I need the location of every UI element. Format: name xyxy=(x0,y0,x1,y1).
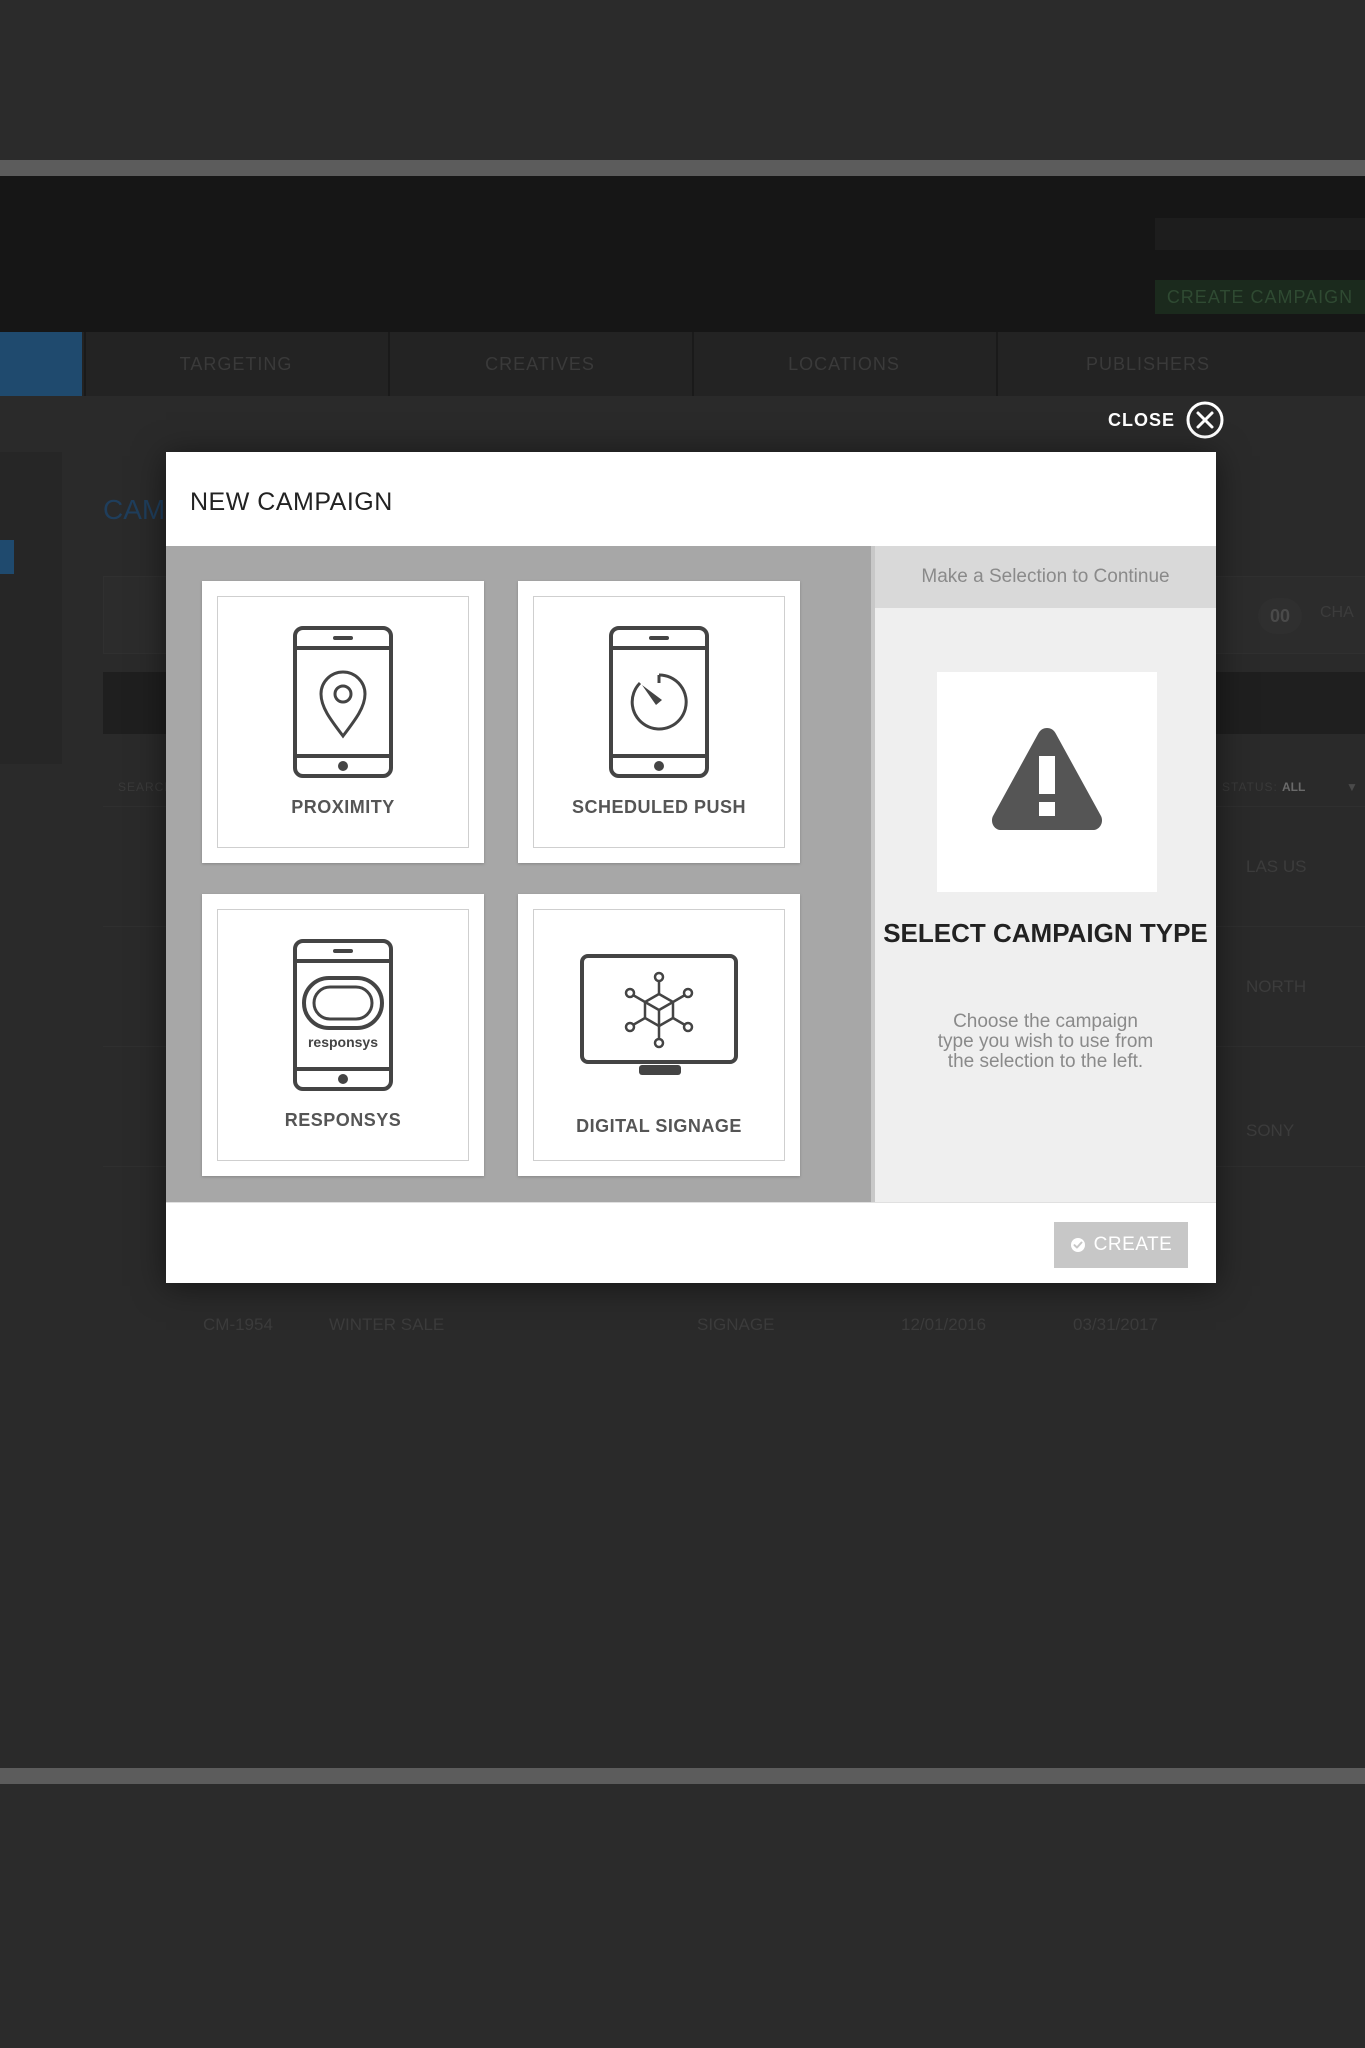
create-button[interactable]: CREATE xyxy=(1054,1222,1188,1268)
background-status-value: ALL xyxy=(1282,780,1306,794)
close-button[interactable]: CLOSE xyxy=(1108,400,1225,440)
background-count-label: CHA xyxy=(1320,604,1354,621)
phone-timer-icon xyxy=(609,626,709,778)
modal-title: NEW CAMPAIGN xyxy=(190,488,393,516)
summary-description: Choose the campaign type you wish to use… xyxy=(937,1011,1154,1072)
option-proximity[interactable]: PROXIMITY xyxy=(202,581,484,863)
background-count-badge: 00 xyxy=(1258,598,1302,634)
nav-tab-locations: LOCATIONS xyxy=(692,332,994,396)
row-end-date: 03/31/2017 xyxy=(1073,1315,1159,1334)
chevron-down-icon: ▼ xyxy=(1346,780,1358,794)
warning-icon xyxy=(991,728,1103,830)
close-label: CLOSE xyxy=(1108,409,1176,430)
summary-title: SELECT CAMPAIGN TYPE xyxy=(883,918,1208,948)
row-type: SIGNAGE xyxy=(697,1315,775,1334)
selection-summary: Make a Selection to Continue SELECT CAMP… xyxy=(871,546,1216,1202)
monitor-network-icon xyxy=(580,954,738,1075)
modal-body: PROXIMITY SCHEDULED PUSH responsys RESPO… xyxy=(166,546,1216,1202)
responsys-logo-text: responsys xyxy=(308,1034,378,1050)
background-divider-bottom xyxy=(0,1768,1365,1784)
header-create-button: CREATE CAMPAIGN xyxy=(1155,280,1365,314)
background-status-label: STATUS: xyxy=(1222,780,1278,794)
background-sidebar xyxy=(0,452,62,764)
option-card-border: SCHEDULED PUSH xyxy=(533,596,785,848)
create-label: CREATE xyxy=(1093,1234,1173,1255)
nav-tab-publishers: PUBLISHERS xyxy=(996,332,1298,396)
row-id: CM-1954 xyxy=(203,1315,273,1334)
header-search-field xyxy=(1155,218,1365,250)
option-label: DIGITAL SIGNAGE xyxy=(576,1116,742,1136)
row-name: WINTER SALE xyxy=(329,1315,445,1334)
campaign-type-options: PROXIMITY SCHEDULED PUSH responsys RESPO… xyxy=(166,546,871,1202)
option-label: RESPONSYS xyxy=(284,1110,402,1130)
nav-tab-creatives: CREATIVES xyxy=(388,332,690,396)
row-start-date: 12/01/2016 xyxy=(901,1315,987,1334)
option-digital-signage[interactable]: DIGITAL SIGNAGE xyxy=(518,894,800,1176)
sidebar-active-marker xyxy=(0,540,14,574)
option-responsys[interactable]: responsys RESPONSYS xyxy=(202,894,484,1176)
close-icon[interactable] xyxy=(1185,400,1225,440)
summary-icon-box xyxy=(937,672,1157,892)
phone-location-pin-icon xyxy=(293,626,393,778)
check-circle-icon xyxy=(1070,1238,1085,1252)
phone-responsys-icon: responsys xyxy=(293,939,393,1091)
row-region: LAS US xyxy=(1246,857,1307,876)
background-divider xyxy=(0,160,1365,176)
option-card-border: DIGITAL SIGNAGE xyxy=(533,909,785,1161)
nav-tab-targeting: TARGETING xyxy=(84,332,386,396)
nav-active-tab xyxy=(0,332,82,396)
new-campaign-modal: NEW CAMPAIGN PROXIMITY SCHEDULED PUSH re… xyxy=(166,452,1216,1283)
option-label: PROXIMITY xyxy=(291,797,395,817)
background-top xyxy=(0,0,1365,160)
option-scheduled-push[interactable]: SCHEDULED PUSH xyxy=(518,581,800,863)
option-label: SCHEDULED PUSH xyxy=(571,797,747,817)
option-card-border: PROXIMITY xyxy=(217,596,469,848)
modal-header: NEW CAMPAIGN xyxy=(166,452,1216,547)
option-card-border: responsys RESPONSYS xyxy=(217,909,469,1161)
modal-footer: CREATE xyxy=(166,1202,1216,1283)
row-region: NORTH xyxy=(1246,977,1307,996)
background-page-title: CAM xyxy=(103,494,166,525)
row-region: SONY xyxy=(1246,1121,1295,1140)
background-bottom xyxy=(0,1784,1365,2048)
selection-hint: Make a Selection to Continue xyxy=(875,546,1216,608)
